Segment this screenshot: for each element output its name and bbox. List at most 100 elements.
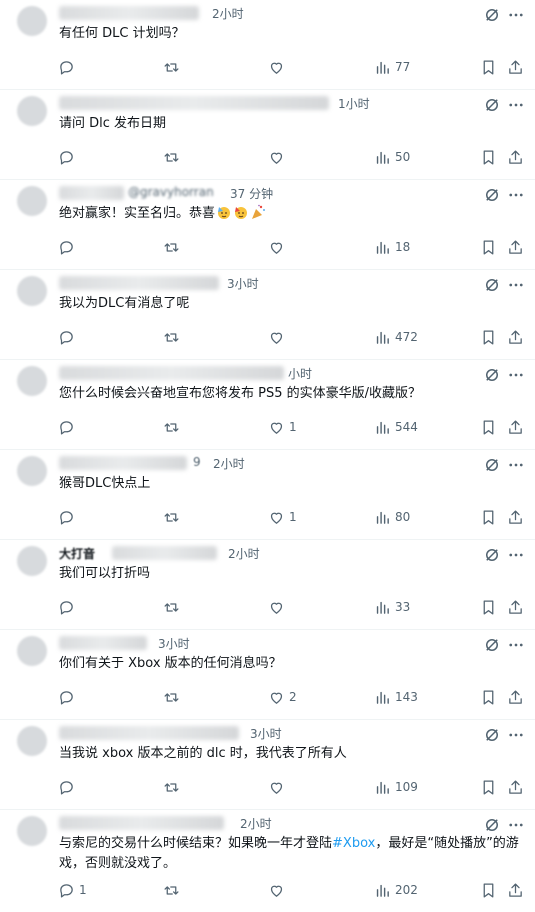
share-button[interactable] (507, 507, 524, 527)
bookmark-button[interactable] (480, 687, 497, 707)
reply-tweet[interactable]: 1小时 请问 Dlc 发布日期 50 (0, 90, 535, 180)
like-button[interactable]: 1 (268, 507, 297, 527)
like-button[interactable] (268, 237, 289, 257)
tweet-time[interactable]: 37 分钟 (230, 185, 273, 202)
more-icon[interactable] (507, 546, 525, 564)
share-button[interactable] (507, 880, 524, 900)
share-button[interactable] (507, 417, 524, 437)
avatar[interactable] (17, 456, 47, 486)
reply-tweet[interactable]: 3小时 你们有关于 Xbox 版本的任何消息吗？ 2 143 (0, 630, 535, 720)
like-button[interactable] (268, 597, 289, 617)
bookmark-button[interactable] (480, 237, 497, 257)
tweet-time[interactable]: 2小时 (212, 5, 244, 22)
reply-button[interactable] (58, 327, 79, 347)
bookmark-button[interactable] (480, 327, 497, 347)
grok-icon[interactable] (483, 726, 501, 744)
views-button[interactable]: 472 (374, 327, 418, 347)
bookmark-button[interactable] (480, 147, 497, 167)
more-icon[interactable] (507, 186, 525, 204)
grok-icon[interactable] (483, 546, 501, 564)
avatar[interactable] (17, 816, 47, 846)
avatar[interactable] (17, 546, 47, 576)
reply-tweet[interactable]: 9 2小时 猴哥DLC快点上 1 80 (0, 450, 535, 540)
avatar[interactable] (17, 636, 47, 666)
avatar[interactable] (17, 6, 47, 36)
reply-button[interactable] (58, 507, 79, 527)
like-button[interactable] (268, 880, 289, 900)
reply-tweet[interactable]: 3小时 我以为DLC有消息了呢 472 (0, 270, 535, 360)
views-button[interactable]: 202 (374, 880, 418, 900)
reply-button[interactable] (58, 237, 79, 257)
reply-button[interactable] (58, 147, 79, 167)
share-button[interactable] (507, 147, 524, 167)
reply-button[interactable] (58, 777, 79, 797)
reply-button[interactable] (58, 687, 79, 707)
like-button[interactable] (268, 147, 289, 167)
reply-tweet[interactable]: @gravyhorran 37 分钟 绝对赢家！实至名归。恭喜 18 (0, 180, 535, 270)
share-button[interactable] (507, 327, 524, 347)
retweet-button[interactable] (163, 880, 180, 900)
grok-icon[interactable] (483, 96, 501, 114)
views-button[interactable]: 109 (374, 777, 418, 797)
retweet-button[interactable] (163, 57, 180, 77)
author-name-partial[interactable]: 大打音 (59, 545, 95, 562)
tweet-time[interactable]: 1小时 (338, 95, 370, 112)
bookmark-button[interactable] (480, 880, 497, 900)
bookmark-button[interactable] (480, 507, 497, 527)
retweet-button[interactable] (163, 507, 180, 527)
avatar[interactable] (17, 726, 47, 756)
tweet-time[interactable]: 2小时 (240, 815, 272, 832)
share-button[interactable] (507, 237, 524, 257)
share-button[interactable] (507, 687, 524, 707)
grok-icon[interactable] (483, 186, 501, 204)
bookmark-button[interactable] (480, 597, 497, 617)
more-icon[interactable] (507, 456, 525, 474)
more-icon[interactable] (507, 726, 525, 744)
reply-tweet[interactable]: 小时 您什么时候会兴奋地宣布您将发布 PS5 的实体豪华版/收藏版？ 1 544 (0, 360, 535, 450)
more-icon[interactable] (507, 636, 525, 654)
more-icon[interactable] (507, 96, 525, 114)
grok-icon[interactable] (483, 816, 501, 834)
reply-tweet[interactable]: 3小时 当我说 xbox 版本之前的 dlc 时，我代表了所有人 109 (0, 720, 535, 810)
share-button[interactable] (507, 597, 524, 617)
reply-button[interactable]: 1 (58, 880, 87, 900)
views-button[interactable]: 50 (374, 147, 410, 167)
more-icon[interactable] (507, 816, 525, 834)
tweet-time[interactable]: 2小时 (228, 545, 260, 562)
like-button[interactable]: 2 (268, 687, 297, 707)
tweet-time[interactable]: 3小时 (227, 275, 259, 292)
tweet-time[interactable]: 小时 (288, 365, 312, 382)
avatar[interactable] (17, 276, 47, 306)
share-button[interactable] (507, 777, 524, 797)
tweet-time[interactable]: 3小时 (250, 725, 282, 742)
bookmark-button[interactable] (480, 777, 497, 797)
reply-button[interactable] (58, 417, 79, 437)
like-button[interactable]: 1 (268, 417, 297, 437)
like-button[interactable] (268, 57, 289, 77)
retweet-button[interactable] (163, 147, 180, 167)
grok-icon[interactable] (483, 276, 501, 294)
views-button[interactable]: 18 (374, 237, 410, 257)
like-button[interactable] (268, 777, 289, 797)
grok-icon[interactable] (483, 456, 501, 474)
more-icon[interactable] (507, 366, 525, 384)
share-button[interactable] (507, 57, 524, 77)
retweet-button[interactable] (163, 417, 180, 437)
avatar[interactable] (17, 96, 47, 126)
views-button[interactable]: 77 (374, 57, 410, 77)
retweet-button[interactable] (163, 777, 180, 797)
more-icon[interactable] (507, 6, 525, 24)
reply-tweet[interactable]: 2小时 与索尼的交易什么时候结束？如果晚一年才登陆#Xbox，最好是“随处播放”… (0, 810, 535, 912)
retweet-button[interactable] (163, 687, 180, 707)
grok-icon[interactable] (483, 636, 501, 654)
reply-tweet[interactable]: 2小时 有任何 DLC 计划吗？ 77 (0, 0, 535, 90)
views-button[interactable]: 143 (374, 687, 418, 707)
views-button[interactable]: 33 (374, 597, 410, 617)
retweet-button[interactable] (163, 597, 180, 617)
views-button[interactable]: 544 (374, 417, 418, 437)
views-button[interactable]: 80 (374, 507, 410, 527)
reply-button[interactable] (58, 597, 79, 617)
tweet-time[interactable]: 2小时 (213, 455, 245, 472)
bookmark-button[interactable] (480, 417, 497, 437)
tweet-time[interactable]: 3小时 (158, 635, 190, 652)
